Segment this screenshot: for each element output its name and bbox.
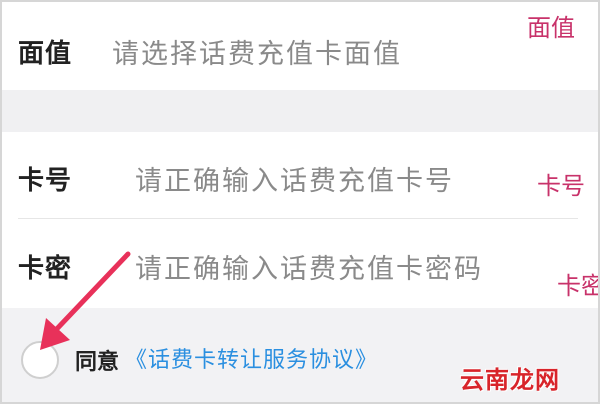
site-watermark: 云南龙网 — [460, 366, 560, 394]
red-arrow-icon — [40, 251, 131, 350]
arrow-shaft — [49, 251, 131, 337]
